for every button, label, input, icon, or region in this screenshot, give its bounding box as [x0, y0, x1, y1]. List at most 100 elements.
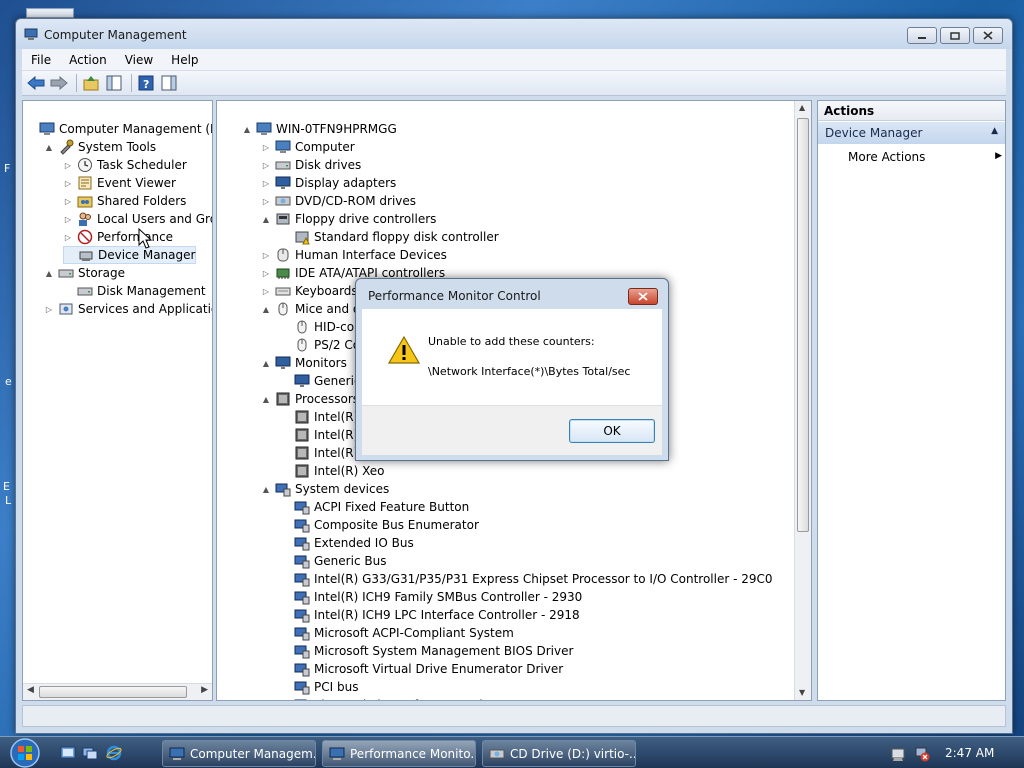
- show-desktop-icon[interactable]: [60, 745, 76, 761]
- show-hide-tree-button[interactable]: [104, 73, 124, 93]
- menu-action[interactable]: Action: [60, 53, 116, 67]
- title-bar[interactable]: Computer Management: [16, 19, 1012, 49]
- device-tree-item[interactable]: ▷ Keyboards: [261, 282, 358, 300]
- collapse-arrow-icon[interactable]: ▲: [261, 305, 271, 314]
- device-tree-label: Computer: [295, 140, 355, 154]
- device-tree-item[interactable]: PCI bus: [280, 678, 358, 696]
- taskbar-clock[interactable]: 2:47 AM: [945, 746, 994, 760]
- scroll-down-arrow-icon[interactable]: ▼: [799, 688, 805, 697]
- restore-button[interactable]: [940, 27, 970, 44]
- horizontal-scrollbar[interactable]: ◀ ▶: [23, 683, 212, 700]
- device-tree-item[interactable]: ▲ Floppy drive controllers: [261, 210, 437, 228]
- device-tree-item[interactable]: Plug and Play Software Device Enumerator: [280, 696, 572, 700]
- console-tree-item[interactable]: ▷ Local Users and Groups: [63, 210, 212, 228]
- device-tree-item[interactable]: Intel(R) ICH9 LPC Interface Controller -…: [280, 606, 580, 624]
- up-level-button[interactable]: [81, 73, 101, 93]
- close-button[interactable]: [973, 27, 1003, 44]
- ok-button[interactable]: OK: [569, 419, 655, 443]
- console-tree-item[interactable]: ▷ Shared Folders: [63, 192, 186, 210]
- scrollbar-thumb[interactable]: [39, 686, 187, 698]
- collapse-arrow-icon[interactable]: ▲: [242, 125, 252, 134]
- expand-arrow-icon[interactable]: ▷: [63, 233, 73, 242]
- expand-arrow-icon[interactable]: ▷: [261, 269, 271, 278]
- menu-help[interactable]: Help: [162, 53, 207, 67]
- collapse-arrow-icon[interactable]: ▲: [44, 143, 54, 152]
- console-tree-item[interactable]: ▷ Services and Applications: [44, 300, 212, 318]
- expand-arrow-icon[interactable]: ▷: [261, 287, 271, 296]
- menu-file[interactable]: File: [22, 53, 60, 67]
- close-icon: [983, 31, 993, 40]
- switch-windows-icon[interactable]: [82, 745, 98, 761]
- collapse-arrow-icon[interactable]: ▲: [261, 215, 271, 224]
- device-tree-item[interactable]: Microsoft System Management BIOS Driver: [280, 642, 573, 660]
- collapse-arrow-icon[interactable]: ▲: [261, 395, 271, 404]
- expand-arrow-icon[interactable]: ▷: [261, 251, 271, 260]
- device-tree-item[interactable]: ▲ Monitors: [261, 354, 347, 372]
- console-tree-item[interactable]: Computer Management (Local: [25, 120, 212, 138]
- expand-arrow-icon[interactable]: ▷: [63, 215, 73, 224]
- collapse-arrow-icon[interactable]: ▲: [261, 359, 271, 368]
- device-tree-item[interactable]: ▷ Display adapters: [261, 174, 396, 192]
- device-tree-item[interactable]: Generic Bus: [280, 552, 386, 570]
- action-center-icon[interactable]: [891, 746, 907, 762]
- taskbar-item-computer-management[interactable]: Computer Managem...: [162, 740, 316, 767]
- back-arrow-icon: [27, 76, 45, 90]
- expand-arrow-icon[interactable]: ▷: [261, 197, 271, 206]
- expand-arrow-icon[interactable]: ▷: [261, 179, 271, 188]
- show-action-pane-button[interactable]: [159, 73, 179, 93]
- expand-arrow-icon[interactable]: ▷: [261, 143, 271, 152]
- scroll-left-arrow-icon[interactable]: ◀: [27, 685, 34, 695]
- back-button[interactable]: [26, 73, 46, 93]
- scrollbar-thumb[interactable]: [797, 118, 809, 532]
- minimize-button[interactable]: [907, 27, 937, 44]
- menu-view[interactable]: View: [116, 53, 162, 67]
- scroll-up-arrow-icon[interactable]: ▲: [799, 103, 805, 112]
- collapse-arrow-icon[interactable]: ▲: [261, 485, 271, 494]
- device-tree-item[interactable]: ▷ Human Interface Devices: [261, 246, 447, 264]
- device-tree-item[interactable]: Composite Bus Enumerator: [280, 516, 479, 534]
- taskbar-item-cd-drive[interactable]: CD Drive (D:) virtio-...: [482, 740, 636, 767]
- device-tree-item[interactable]: ▲ System devices: [261, 480, 389, 498]
- console-tree-item[interactable]: Device Manager: [63, 246, 197, 264]
- forward-button[interactable]: [49, 73, 69, 93]
- device-tree-item[interactable]: ▷ Disk drives: [261, 156, 361, 174]
- device-tree-item[interactable]: ▲ WIN-0TFN9HPRMGG: [242, 120, 397, 138]
- taskbar-item-performance-monitor[interactable]: Performance Monito...: [322, 740, 476, 767]
- dialog-close-button[interactable]: [628, 288, 658, 305]
- console-tree-item[interactable]: ▲ Storage: [44, 264, 125, 282]
- actions-section-device-manager[interactable]: Device Manager ▲: [818, 122, 1005, 144]
- scroll-right-arrow-icon[interactable]: ▶: [201, 685, 208, 695]
- device-tree-item[interactable]: Intel(R) ICH9 Family SMBus Controller - …: [280, 588, 582, 606]
- internet-explorer-icon[interactable]: [106, 745, 122, 761]
- device-tree-item[interactable]: Intel(R) Xeo: [280, 462, 385, 480]
- console-tree-item[interactable]: ▷ Performance: [63, 228, 173, 246]
- device-tree-item[interactable]: ▷ DVD/CD-ROM drives: [261, 192, 416, 210]
- expand-arrow-icon[interactable]: ▷: [63, 197, 73, 206]
- mouse-icon: [275, 301, 291, 317]
- expand-arrow-icon[interactable]: ▷: [44, 305, 54, 314]
- system-device-icon: [294, 643, 310, 659]
- network-disconnected-icon[interactable]: [914, 746, 930, 762]
- help-button[interactable]: ?: [136, 73, 156, 93]
- expand-arrow-icon[interactable]: ▷: [261, 161, 271, 170]
- device-tree-item[interactable]: ▲ Processors: [261, 390, 359, 408]
- expand-arrow-icon[interactable]: ▷: [63, 179, 73, 188]
- vertical-scrollbar[interactable]: ▲ ▼: [794, 101, 811, 700]
- console-tree-item[interactable]: ▷ Task Scheduler: [63, 156, 187, 174]
- start-button[interactable]: [6, 738, 44, 768]
- collapse-arrow-icon[interactable]: ▲: [44, 269, 54, 278]
- device-tree-item[interactable]: Intel(R) G33/G31/P35/P31 Express Chipset…: [280, 570, 773, 588]
- console-tree-item[interactable]: ▷ Event Viewer: [63, 174, 176, 192]
- device-tree-item[interactable]: Microsoft Virtual Drive Enumerator Drive…: [280, 660, 563, 678]
- device-tree-item[interactable]: ACPI Fixed Feature Button: [280, 498, 469, 516]
- device-tree-item[interactable]: ▷ Computer: [261, 138, 355, 156]
- collapse-arrow-icon[interactable]: ▲: [991, 126, 998, 136]
- more-actions-item[interactable]: More Actions ▶: [848, 148, 1002, 168]
- console-tree-item[interactable]: ▲ System Tools: [44, 138, 156, 156]
- device-tree-item[interactable]: Microsoft ACPI-Compliant System: [280, 624, 514, 642]
- expand-arrow-icon[interactable]: ▷: [63, 161, 73, 170]
- console-tree-item[interactable]: Disk Management: [63, 282, 206, 300]
- device-tree-item[interactable]: Extended IO Bus: [280, 534, 414, 552]
- device-tree-item[interactable]: Standard floppy disk controller: [280, 228, 499, 246]
- device-tree-label: Microsoft System Management BIOS Driver: [314, 644, 574, 658]
